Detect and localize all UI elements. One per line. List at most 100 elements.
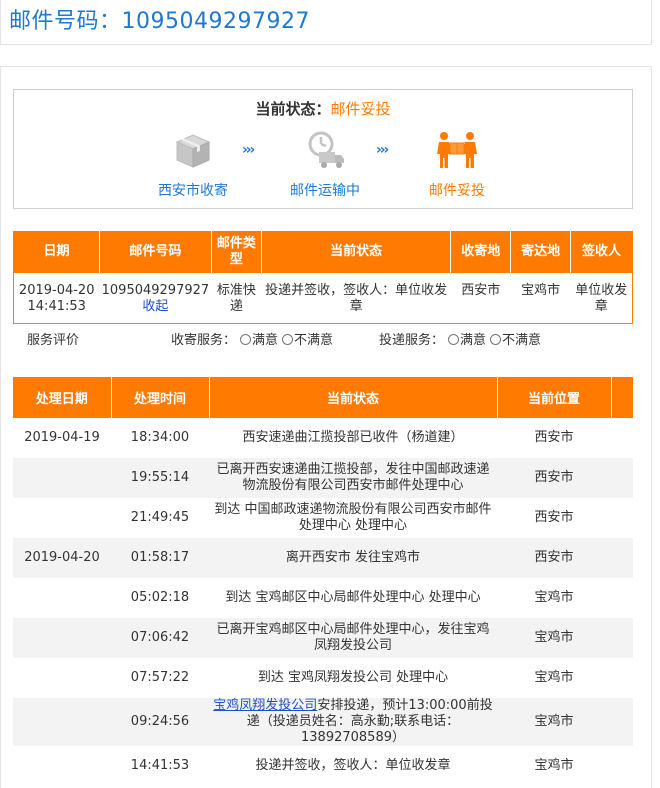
main-panel: 当前状态：邮件妥投 西安市收寄 ››› 邮件运输中 ››› 邮件妥投 日期 邮件… <box>0 66 652 788</box>
deliver-good-label: 满意 <box>460 333 487 348</box>
row-location: 西安市 <box>497 538 611 578</box>
row-date <box>13 746 111 786</box>
row-status: 到达 宝鸡邮区中心局邮件处理中心 处理中心 <box>209 578 497 618</box>
page-title: 邮件号码：1095049297927 <box>9 9 310 34</box>
row-status: 到达 宝鸡凤翔发投公司 处理中心 <box>209 658 497 698</box>
row-time: 01:58:17 <box>111 538 209 578</box>
chevrons-right-icon: ››› <box>376 142 389 158</box>
row-date <box>13 698 111 746</box>
tracking-table-wrap: 处理日期 处理时间 当前状态 当前位置 2019-04-19 18:34:00 西安… <box>13 377 633 788</box>
service-rating: 服务评价 收寄服务： 满意 不满意 投递服务： 满意 不满意 <box>13 325 633 355</box>
col-process-location: 当前位置 <box>496 377 611 418</box>
table-row: 21:49:45 到达 中国邮政速递物流股份有限公司西安市邮件处理中心 处理中心西… <box>13 498 633 538</box>
summary-row: 2019-04-20 14:41:53 1095049297927 收起 标准快… <box>14 273 633 323</box>
table-row: 07:57:22 到达 宝鸡凤翔发投公司 处理中心 宝鸡市 <box>13 658 633 698</box>
row-time: 07:57:22 <box>111 658 209 698</box>
row-location: 宝鸡市 <box>497 618 611 658</box>
row-time: 07:06:42 <box>111 618 209 658</box>
row-extra <box>611 698 633 746</box>
row-date: 2019-04-19 <box>13 418 111 458</box>
col-date: 日期 <box>13 231 100 273</box>
step-collected: 西安市收寄 <box>138 130 248 200</box>
row-status: 投递并签收，签收人：单位收发章 <box>209 746 497 786</box>
row-time: 19:55:14 <box>111 458 209 498</box>
row-time: 09:24:56 <box>111 698 209 746</box>
summary-table: 日期 邮件号码 邮件类型 当前状态 收寄地 寄达地 签收人 2019-04-20… <box>13 231 633 324</box>
col-mail-type: 邮件类型 <box>210 231 262 273</box>
current-status: 当前状态：邮件妥投 <box>14 98 632 119</box>
row-location: 西安市 <box>497 458 611 498</box>
step-delivered-label: 邮件妥投 <box>429 183 485 199</box>
col-extra <box>610 377 633 418</box>
row-extra <box>611 746 633 786</box>
table-row: 05:02:18 到达 宝鸡邮区中心局邮件处理中心 处理中心 宝鸡市 <box>13 578 633 618</box>
chevrons-right-icon: ››› <box>242 142 255 158</box>
row-status-link[interactable]: 宝鸡凤翔发投公司 <box>213 698 317 713</box>
rating-label: 服务评价 <box>27 333 80 348</box>
row-extra <box>611 538 633 578</box>
table-row: 19:55:14 已离开西安速递曲江揽投部，发往中国邮政速递物流股份有限公司西安市… <box>13 458 633 498</box>
collect-bad-radio[interactable] <box>282 334 294 345</box>
row-status-text: 已离开西安速递曲江揽投部，发往中国邮政速递物流股份有限公司西安市邮件处理中心 <box>216 462 490 493</box>
col-mail-no: 邮件号码 <box>98 231 212 273</box>
row-date <box>13 498 111 538</box>
step-in-transit: 邮件运输中 <box>270 130 380 200</box>
col-current-state: 当前状态 <box>260 231 451 273</box>
collapse-link[interactable]: 收起 <box>99 299 211 315</box>
step-delivered: 邮件妥投 <box>402 130 512 200</box>
row-date <box>13 578 111 618</box>
row-time: 14:41:53 <box>111 746 209 786</box>
row-status-text: 已离开宝鸡邮区中心局邮件处理中心，发往宝鸡凤翔发投公司 <box>216 622 490 653</box>
table-row: 14:41:53 投递并签收，签收人：单位收发章 宝鸡市 <box>13 746 633 786</box>
summary-date: 2019-04-20 14:41:53 <box>18 283 95 314</box>
collect-good-radio[interactable] <box>240 334 252 345</box>
row-extra <box>611 618 633 658</box>
row-status: 西安速递曲江揽投部已收件（杨道建） <box>209 418 497 458</box>
row-extra <box>611 418 633 458</box>
row-extra <box>611 658 633 698</box>
row-time: 18:34:00 <box>111 418 209 458</box>
row-status: 宝鸡凤翔发投公司安排投递，预计13:00:00前投递（投递员姓名：高永勤;联系电… <box>209 698 497 746</box>
summary-mail-no: 1095049297927 <box>101 283 210 298</box>
row-status: 已离开宝鸡邮区中心局邮件处理中心，发往宝鸡凤翔发投公司 <box>209 618 497 658</box>
truck-clock-icon <box>308 131 344 168</box>
row-status-text: 到达 宝鸡凤翔发投公司 处理中心 <box>257 670 449 685</box>
summary-mail-no-cell: 1095049297927 收起 <box>99 273 211 323</box>
summary-header-row: 日期 邮件号码 邮件类型 当前状态 收寄地 寄达地 签收人 <box>13 231 633 273</box>
col-process-date: 处理日期 <box>13 377 111 418</box>
row-location: 宝鸡市 <box>497 578 611 618</box>
deliver-rating-label: 投递服务： <box>379 333 445 348</box>
row-location: 宝鸡市 <box>497 658 611 698</box>
tracking-table: 处理日期 处理时间 当前状态 当前位置 2019-04-19 18:34:00 西安… <box>13 377 633 786</box>
row-status-text: 离开西安市 发往宝鸡市 <box>285 550 421 565</box>
step-in-transit-label: 邮件运输中 <box>290 183 360 199</box>
table-row: 09:24:56 宝鸡凤翔发投公司安排投递，预计13:00:00前投递（投递员姓名… <box>13 698 633 746</box>
current-status-value: 邮件妥投 <box>330 100 391 118</box>
row-status-text: 西安速递曲江揽投部已收件（杨道建） <box>242 430 464 445</box>
row-time: 05:02:18 <box>111 578 209 618</box>
row-extra <box>611 578 633 618</box>
collect-good-label: 满意 <box>252 333 279 348</box>
row-status: 已离开西安速递曲江揽投部，发往中国邮政速递物流股份有限公司西安市邮件处理中心 <box>209 458 497 498</box>
collect-rating-label: 收寄服务： <box>171 333 237 348</box>
deliver-bad-radio[interactable] <box>490 334 502 345</box>
row-location: 宝鸡市 <box>497 746 611 786</box>
deliver-rating: 投递服务： 满意 不满意 <box>379 329 541 348</box>
row-date <box>13 458 111 498</box>
row-status: 到达 中国邮政速递物流股份有限公司西安市邮件处理中心 处理中心 <box>209 498 497 538</box>
row-location: 宝鸡市 <box>497 698 611 746</box>
col-signer: 签收人 <box>570 231 633 273</box>
col-destination: 寄达地 <box>510 231 571 273</box>
table-row: 2019-04-20 01:58:17 离开西安市 发往宝鸡市 西安市 <box>13 538 633 578</box>
deliver-good-radio[interactable] <box>448 334 460 345</box>
row-location: 西安市 <box>497 418 611 458</box>
status-card: 当前状态：邮件妥投 西安市收寄 ››› 邮件运输中 ››› 邮件妥投 <box>13 89 633 209</box>
row-date <box>13 658 111 698</box>
table-row: 07:06:42 已离开宝鸡邮区中心局邮件处理中心，发往宝鸡凤翔发投公司 宝鸡市 <box>13 618 633 658</box>
row-status-text: 到达 中国邮政速递物流股份有限公司西安市邮件处理中心 处理中心 <box>214 502 492 533</box>
row-date: 2019-04-20 <box>13 538 111 578</box>
col-origin: 收寄地 <box>450 231 511 273</box>
row-status-text: 投递并签收，签收人：单位收发章 <box>255 758 451 773</box>
collect-rating: 收寄服务： 满意 不满意 <box>171 329 333 348</box>
current-status-label: 当前状态： <box>255 100 331 118</box>
